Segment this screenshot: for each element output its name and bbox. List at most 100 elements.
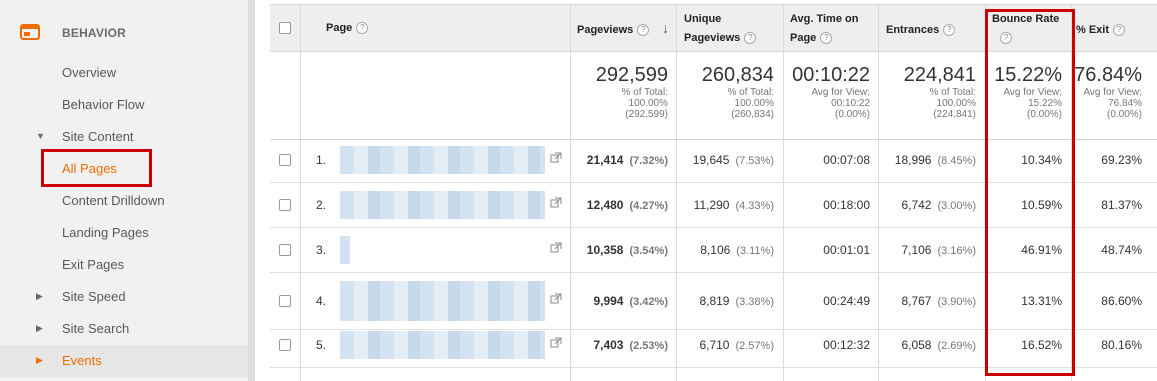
total-percent: 100.00% — [734, 98, 774, 109]
row-checkbox[interactable] — [279, 339, 291, 351]
entrances-cell: 7,106 (3.16%) — [878, 243, 976, 257]
external-link-icon[interactable] — [550, 293, 562, 305]
avg-time-cell: 00:12:32 — [823, 338, 870, 352]
redacted-page-path[interactable] — [340, 331, 545, 359]
total-pageviews: 292,599 % of Total: 100.00% (292,599) — [570, 64, 668, 120]
cell-value: 8,106 — [700, 243, 731, 257]
row-checkbox[interactable] — [279, 244, 291, 256]
pageviews-cell: 12,480 (4.27%) — [570, 198, 668, 212]
total-value: 260,834 — [701, 64, 774, 86]
cell-value: 7,106 — [901, 243, 932, 257]
row-number: 4. — [316, 294, 327, 308]
external-link-icon[interactable] — [550, 337, 562, 349]
row-checkbox[interactable] — [279, 154, 291, 166]
redacted-page-path[interactable] — [340, 236, 350, 264]
help-icon[interactable]: ? — [356, 22, 369, 35]
cell-value: 9,994 — [593, 294, 624, 308]
sidebar-item-label: Site Content — [62, 129, 134, 144]
cell-value: 21,414 — [586, 153, 624, 167]
total-caption: % of Total: — [727, 87, 774, 98]
sidebar-item-behavior-flow[interactable]: Behavior Flow — [0, 89, 248, 121]
entrances-cell: 8,767 (3.90%) — [878, 294, 976, 308]
pageviews-cell: 7,403 (2.53%) — [570, 338, 668, 352]
row-checkbox[interactable] — [279, 295, 291, 307]
column-header-label: % Exit — [1076, 24, 1110, 36]
sidebar-item-label: Site Speed — [62, 289, 126, 304]
analytics-page: BEHAVIOR Overview Behavior Flow ▼ Site C… — [0, 0, 1157, 381]
avg-time-cell: 00:18:00 — [823, 198, 870, 212]
sidebar-item-label: Landing Pages — [62, 225, 149, 240]
cell-value: 8,767 — [901, 294, 932, 308]
caret-right-icon: ▶ — [36, 355, 43, 365]
sidebar-item-site-speed[interactable]: ▶ Site Speed — [0, 281, 248, 313]
column-header-unique-pageviews[interactable]: Unique Pageviews? — [684, 10, 757, 58]
help-icon[interactable]: ? — [943, 24, 956, 37]
total-percent: 100.00% — [628, 98, 668, 109]
sidebar: BEHAVIOR Overview Behavior Flow ▼ Site C… — [0, 0, 255, 381]
sidebar-scrollbar[interactable] — [248, 0, 255, 381]
sidebar-item-label: Content Drilldown — [62, 193, 165, 208]
sidebar-item-exit-pages[interactable]: Exit Pages — [0, 249, 248, 281]
cell-percent: (4.27%) — [629, 200, 668, 212]
help-icon[interactable]: ? — [744, 32, 757, 45]
help-icon[interactable]: ? — [1113, 24, 1126, 37]
exit-cell: 69.23% — [1101, 153, 1142, 167]
total-count: (260,834) — [731, 109, 774, 120]
cell-percent: (3.38%) — [735, 296, 774, 308]
cell-value: 12,480 — [586, 198, 624, 212]
caret-down-icon: ▼ — [36, 131, 45, 141]
sidebar-item-overview[interactable]: Overview — [0, 57, 248, 89]
total-value: 292,599 — [595, 64, 668, 86]
sidebar-item-label: Exit Pages — [62, 257, 125, 272]
entrances-cell: 6,058 (2.69%) — [878, 338, 976, 352]
row-number: 1. — [316, 153, 327, 167]
redacted-page-path[interactable] — [340, 146, 545, 174]
cell-percent: (3.42%) — [629, 296, 668, 308]
redacted-page-path[interactable] — [340, 191, 545, 219]
cell-value: 11,290 — [693, 198, 730, 212]
redacted-page-path[interactable] — [340, 281, 545, 321]
help-icon[interactable]: ? — [820, 32, 833, 45]
total-exit: 76.84% Avg for View: 76.84% (0.00%) — [1071, 64, 1142, 120]
behavior-icon — [20, 24, 40, 40]
cell-percent: (2.69%) — [937, 340, 976, 352]
select-all-checkbox[interactable] — [279, 22, 291, 34]
cell-value: 19,645 — [692, 153, 730, 167]
external-link-icon[interactable] — [550, 152, 562, 164]
total-percent: 76.84% — [1108, 98, 1142, 109]
sidebar-section-title: BEHAVIOR — [62, 26, 127, 40]
total-avg-time: 00:10:22 Avg for View: 00:10:22 (0.00%) — [783, 64, 870, 120]
total-percent: 100.00% — [936, 98, 976, 109]
cell-percent: (3.16%) — [937, 245, 976, 257]
sidebar-item-content-drilldown[interactable]: Content Drilldown — [0, 185, 248, 217]
row-checkbox[interactable] — [279, 199, 291, 211]
sidebar-item-events[interactable]: ▶ Events — [0, 345, 248, 377]
avg-time-cell: 00:07:08 — [823, 153, 870, 167]
column-header-label: Avg. Time on — [790, 13, 859, 25]
total-value: 76.84% — [1074, 64, 1142, 86]
sort-descending-icon[interactable]: ↓ — [662, 19, 669, 38]
pageviews-cell: 10,358 (3.54%) — [570, 243, 668, 257]
cell-percent: (3.11%) — [736, 245, 774, 257]
sidebar-section-behavior[interactable]: BEHAVIOR — [0, 14, 248, 52]
sidebar-item-label: Events — [62, 353, 102, 368]
cell-percent: (4.33%) — [735, 200, 774, 212]
external-link-icon[interactable] — [550, 242, 562, 254]
sidebar-item-site-search[interactable]: ▶ Site Search — [0, 313, 248, 345]
cell-value: 6,742 — [901, 198, 932, 212]
column-header-label: Entrances — [886, 24, 940, 36]
sidebar-item-label: Overview — [62, 65, 117, 80]
bounce-rate-highlight — [985, 9, 1075, 376]
total-caption: % of Total: — [621, 87, 668, 98]
column-header-label: Unique — [684, 13, 722, 25]
cell-percent: (2.53%) — [629, 340, 668, 352]
exit-cell: 48.74% — [1101, 243, 1142, 257]
column-header-avg-time[interactable]: Avg. Time on Page? — [790, 10, 858, 58]
cell-value: 7,403 — [593, 338, 624, 352]
help-icon[interactable]: ? — [637, 24, 650, 37]
external-link-icon[interactable] — [550, 197, 562, 209]
total-value: 224,841 — [903, 64, 976, 86]
row-number: 5. — [316, 338, 327, 352]
sidebar-item-landing-pages[interactable]: Landing Pages — [0, 217, 248, 249]
cell-value: 8,819 — [699, 294, 730, 308]
